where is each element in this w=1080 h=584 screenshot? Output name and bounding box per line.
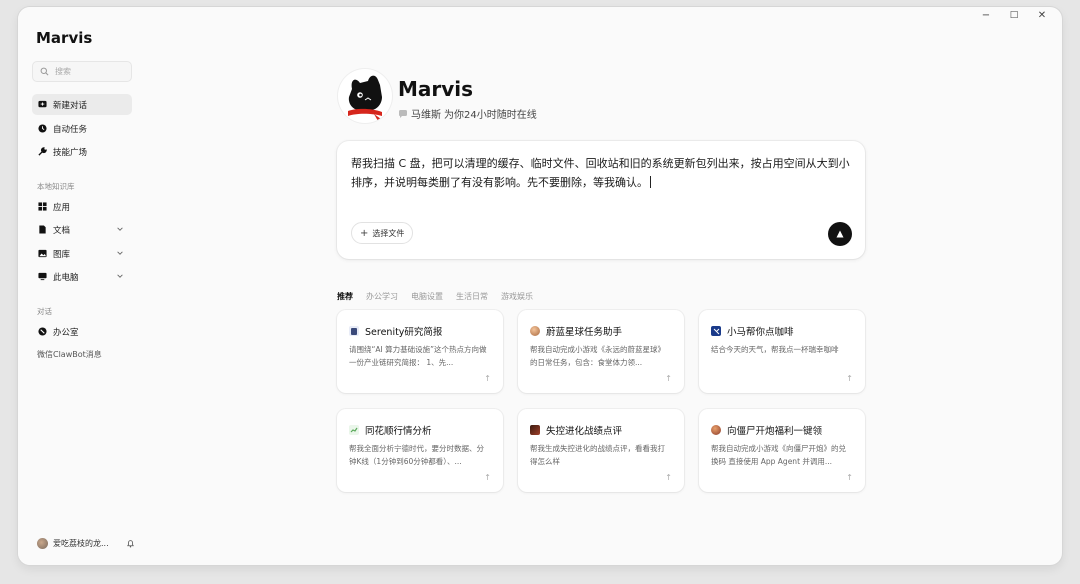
select-file-label: 选择文件 [372,228,405,238]
suggestion-card[interactable]: 小马帮你点咖啡 结合今天的天气，帮我点一杯瑞幸咖啡 ↑ [699,310,865,393]
chevron-down-icon[interactable] [116,272,124,280]
send-arrow-icon [836,230,844,238]
sidebar-item-skills[interactable]: 技能广场 [32,141,132,162]
sidebar-item-office[interactable]: 办公室 [32,321,132,342]
arrow-up-icon: ↑ [484,473,491,482]
assistant-subtitle-prefix: 马维斯 [411,110,441,121]
arrow-up-icon: ↑ [846,374,853,383]
suggestion-card[interactable]: Serenity研究简报 请围绕“AI 算力基础设施”这个热点方向做一份产业链研… [337,310,503,393]
sidebar-item-label: 图库 [53,249,71,260]
card-description: 请围绕“AI 算力基础设施”这个热点方向做一份产业链研究简报： 1、先... [349,345,487,367]
search-input[interactable]: 搜索 [32,61,132,82]
assistant-subtitle: 马维斯 为你24小时随时在线 [398,106,537,121]
office-icon [38,327,47,336]
app-window: − □ ✕ Marvis 搜索 新建对话 自动任务 技能广场 本地知识库 应用 … [18,7,1062,565]
message-composer[interactable]: 帮我扫描 C 盘，把可以清理的缓存、临时文件、回收站和旧的系统更新包列出来，按占… [337,141,865,259]
assistant-name: Marvis [398,77,474,101]
sidebar: Marvis 搜索 新建对话 自动任务 技能广场 本地知识库 应用 文档 图库 … [18,7,140,565]
game-icon [530,425,540,435]
sidebar-item-new-chat[interactable]: 新建对话 [32,94,132,115]
arrow-up-icon: ↑ [846,473,853,482]
avatar [37,537,48,549]
sidebar-item-this-pc[interactable]: 此电脑 [32,266,132,287]
new-chat-icon [38,100,47,109]
card-title: 向僵尸开炮福利一键领 [727,426,823,437]
card-description: 帮我自动完成小游戏《向僵尸开炮》的兑换码 直接使用 App Agent 并调用.… [711,444,846,466]
sidebar-item-gallery[interactable]: 图库 [32,243,132,264]
app-title: Marvis [36,29,93,47]
card-title: 失控进化战绩点评 [546,426,623,437]
tab-pc-settings[interactable]: 电脑设置 [411,291,443,302]
select-file-button[interactable]: + 选择文件 [351,222,414,244]
coffee-brand-icon [711,326,721,336]
stock-icon [349,425,359,435]
arrow-up-icon: ↑ [665,374,672,383]
tab-office-study[interactable]: 办公学习 [366,291,398,302]
monitor-icon [38,272,47,281]
sidebar-item-label: 文档 [53,225,71,236]
grid-icon [38,202,47,211]
assistant-subtitle-text: 为你24小时随时在线 [444,110,537,121]
sidebar-item-apps[interactable]: 应用 [32,196,132,217]
sidebar-item-label: 技能广场 [53,147,88,158]
sidebar-item-label: 新建对话 [53,100,88,111]
card-description: 结合今天的天气，帮我点一杯瑞幸咖啡 [711,345,839,354]
search-icon [40,67,49,76]
sidebar-item-label: 应用 [53,202,71,213]
close-button[interactable]: ✕ [1034,10,1050,21]
chevron-down-icon[interactable] [116,225,124,233]
plus-icon: + [360,227,369,239]
message-input-text: 帮我扫描 C 盘，把可以清理的缓存、临时文件、回收站和旧的系统更新包列出来，按占… [351,157,850,189]
zombie-game-icon [711,425,721,435]
minimize-button[interactable]: − [978,10,994,21]
tab-daily-life[interactable]: 生活日常 [456,291,488,302]
user-profile[interactable]: 爱吃荔枝的龙... [32,531,137,555]
search-placeholder: 搜索 [55,67,71,76]
card-title: 蔚蓝星球任务助手 [546,327,623,338]
user-name: 爱吃荔枝的龙... [53,538,109,548]
card-description: 帮我生成失控进化的战绩点评，看看我打得怎么样 [530,444,665,466]
section-label-knowledge: 本地知识库 [37,182,75,191]
wrench-icon [38,147,47,156]
report-icon [349,326,359,336]
sidebar-item-label: 此电脑 [53,272,79,283]
card-description: 帮我全面分析宁德时代，要分时数据、分钟K线（1分钟到60分钟都看）、... [349,444,484,466]
card-title: 同花顺行情分析 [365,426,432,437]
game-avatar-icon [530,326,540,336]
chat-bubble-icon [399,109,407,118]
sidebar-item-label: 办公室 [53,327,79,338]
section-label-conversation: 对话 [37,307,52,316]
card-description: 帮我自动完成小游戏《永远的蔚蓝星球》的日常任务，包含：食堂体力领... [530,345,665,367]
message-input[interactable]: 帮我扫描 C 盘，把可以清理的缓存、临时文件、回收站和旧的系统更新包列出来，按占… [351,154,851,192]
image-icon [38,249,47,258]
sidebar-item-auto-task[interactable]: 自动任务 [32,118,132,139]
sidebar-item-label: 自动任务 [53,124,88,135]
card-title: Serenity研究简报 [365,327,443,338]
document-icon [38,225,47,234]
clock-icon [38,124,47,133]
chevron-down-icon[interactable] [116,249,124,257]
suggestion-card[interactable]: 同花顺行情分析 帮我全面分析宁德时代，要分时数据、分钟K线（1分钟到60分钟都看… [337,409,503,492]
tab-games[interactable]: 游戏娱乐 [501,291,533,302]
text-caret [650,176,651,188]
wechat-clawbot-link[interactable]: 微信ClawBot消息 [37,349,102,360]
suggestion-card[interactable]: 向僵尸开炮福利一键领 帮我自动完成小游戏《向僵尸开炮》的兑换码 直接使用 App… [699,409,865,492]
mascot-icon [348,75,382,121]
card-title: 小马帮你点咖啡 [727,327,794,338]
tab-recommended[interactable]: 推荐 [337,291,353,302]
arrow-up-icon: ↑ [484,374,491,383]
suggestion-card[interactable]: 失控进化战绩点评 帮我生成失控进化的战绩点评，看看我打得怎么样 ↑ [518,409,684,492]
suggestion-tabs: 推荐 办公学习 电脑设置 生活日常 游戏娱乐 [337,291,533,302]
bell-icon[interactable] [126,539,135,548]
sidebar-item-documents[interactable]: 文档 [32,219,132,240]
arrow-up-icon: ↑ [665,473,672,482]
suggestion-card[interactable]: 蔚蓝星球任务助手 帮我自动完成小游戏《永远的蔚蓝星球》的日常任务，包含：食堂体力… [518,310,684,393]
assistant-avatar [338,69,392,123]
maximize-button[interactable]: □ [1006,10,1022,20]
send-button[interactable] [828,222,852,246]
